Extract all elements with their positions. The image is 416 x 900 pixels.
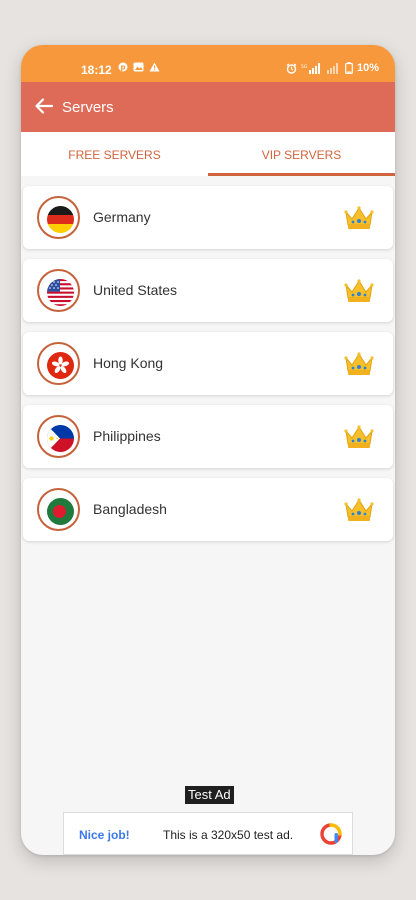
server-item[interactable]: Bangladesh — [23, 478, 393, 541]
server-name: United States — [93, 282, 178, 298]
server-item[interactable]: Philippines — [23, 405, 393, 468]
status-time: 18:12 — [81, 63, 112, 77]
server-name: Hong Kong — [93, 355, 164, 371]
server-tabs: FREE SERVERS VIP SERVERS — [21, 132, 395, 176]
server-item[interactable]: United States — [23, 259, 393, 322]
flag-frame — [37, 269, 80, 312]
signal-icon — [326, 62, 338, 74]
crown-icon — [344, 279, 374, 302]
svg-text:5G: 5G — [301, 64, 308, 70]
battery-icon — [345, 62, 353, 74]
hong-kong-flag-icon — [47, 352, 74, 379]
test-ad-label: Test Ad — [185, 786, 234, 804]
server-name: Germany — [93, 209, 151, 225]
notification-icons: p — [118, 62, 160, 72]
svg-text:p: p — [120, 64, 125, 72]
bangladesh-flag-icon — [47, 498, 74, 525]
server-item[interactable]: Hong Kong — [23, 332, 393, 395]
crown-icon — [344, 352, 374, 375]
pinterest-icon: p — [118, 62, 128, 72]
flag-frame — [37, 196, 80, 239]
philippines-flag-icon — [47, 425, 74, 452]
status-bar: 18:12 p 5G 10% — [21, 45, 395, 82]
flag-frame — [37, 488, 80, 531]
image-icon — [133, 62, 144, 72]
warning-icon — [149, 62, 160, 72]
usa-flag-icon — [47, 279, 74, 306]
tab-vip-servers[interactable]: VIP SERVERS — [208, 132, 395, 176]
back-arrow-icon[interactable] — [33, 95, 55, 117]
server-name: Philippines — [93, 428, 161, 444]
phone-screen: 18:12 p 5G 10% Servers FREE SERVERS VIP … — [21, 45, 395, 855]
alarm-icon — [286, 63, 297, 74]
flag-frame — [37, 415, 80, 458]
crown-icon — [344, 425, 374, 448]
page-title: Servers — [62, 99, 114, 116]
server-name: Bangladesh — [93, 501, 167, 517]
germany-flag-icon — [47, 206, 74, 233]
ad-text: This is a 320x50 test ad. — [163, 828, 294, 842]
ad-nice-text: Nice job! — [79, 828, 130, 842]
tab-free-servers[interactable]: FREE SERVERS — [21, 132, 208, 176]
server-item[interactable]: Germany — [23, 186, 393, 249]
app-bar: Servers — [21, 82, 395, 132]
tab-indicator — [208, 173, 395, 176]
ad-banner[interactable]: Nice job! This is a 320x50 test ad. — [63, 812, 353, 855]
system-icons: 5G 10% — [286, 62, 379, 74]
ad-logo-icon — [320, 823, 342, 845]
battery-level: 10% — [356, 62, 379, 74]
flag-frame — [37, 342, 80, 385]
crown-icon — [344, 206, 374, 229]
crown-icon — [344, 498, 374, 521]
signal-icon: 5G — [301, 62, 320, 74]
